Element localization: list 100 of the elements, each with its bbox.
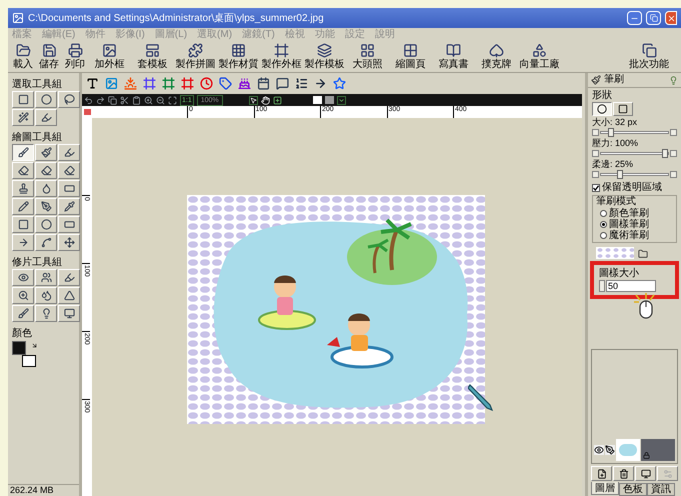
- circle-icon: [597, 104, 607, 114]
- radio-option[interactable]: 顏色筆刷: [596, 208, 673, 219]
- toolbar-button[interactable]: 載入: [10, 41, 36, 71]
- curve-icon: [40, 237, 52, 248]
- hand-icon[interactable]: [260, 96, 270, 104]
- text-icon: [86, 77, 98, 90]
- toolbar-button[interactable]: 寫真書: [432, 41, 475, 71]
- slider-label: 壓力: 100%: [592, 138, 640, 149]
- toolbar-button[interactable]: 向量工廠: [518, 41, 561, 71]
- slider-end-button[interactable]: [592, 150, 599, 157]
- layers-icon: [317, 43, 332, 58]
- rounded-rectangle-icon: [64, 219, 74, 230]
- restore-button[interactable]: [646, 11, 661, 25]
- eraser-icon: [18, 165, 28, 176]
- foreground-color-swatch[interactable]: [12, 341, 26, 355]
- brush-icon: [18, 147, 28, 158]
- radio-button[interactable]: [600, 210, 607, 217]
- layer-button[interactable]: [591, 466, 612, 481]
- star-icon: [332, 77, 346, 90]
- close-button[interactable]: [665, 11, 677, 25]
- radio-option[interactable]: 魔術筆刷: [596, 230, 673, 241]
- brush-icon: [40, 112, 52, 123]
- insert-button[interactable]: [256, 76, 270, 90]
- clipboard-icon[interactable]: [132, 96, 141, 104]
- zoom-out-icon[interactable]: [156, 96, 165, 104]
- dropdown-icon[interactable]: [336, 96, 346, 104]
- undo-icon[interactable]: [84, 96, 93, 104]
- speech-bubble-icon: [276, 77, 288, 90]
- checkbox[interactable]: [592, 184, 600, 192]
- brush-icon: [591, 75, 601, 85]
- image-icon: [104, 77, 118, 90]
- arrow-icon: [314, 77, 326, 90]
- slider-thumb[interactable]: [662, 149, 668, 158]
- pen-icon[interactable]: [605, 445, 615, 455]
- toolbar-button[interactable]: 製作拼圖: [174, 41, 217, 71]
- radio-option[interactable]: 圖樣筆刷: [596, 219, 673, 230]
- trash-icon: [618, 468, 628, 478]
- spin-button[interactable]: [599, 280, 605, 292]
- cake-icon: [238, 77, 250, 90]
- toolbar-button[interactable]: 大頭照: [346, 41, 389, 71]
- monitor-icon: [640, 468, 650, 478]
- eraser-icon: [64, 165, 74, 176]
- close-icon: [666, 14, 676, 22]
- slider-end-button[interactable]: [592, 171, 599, 178]
- magic-wand-icon: [18, 112, 28, 123]
- properties-icon: [662, 468, 672, 478]
- slider-thumb[interactable]: [616, 170, 623, 179]
- toolbar-button[interactable]: 列印: [62, 41, 88, 71]
- slider-end-button[interactable]: [592, 129, 599, 136]
- minimize-button[interactable]: [627, 11, 642, 25]
- tag-icon: [218, 77, 232, 90]
- panel-tab[interactable]: 圖層: [591, 482, 619, 495]
- help-icon[interactable]: [669, 76, 678, 84]
- insert-button[interactable]: [294, 76, 308, 90]
- marker-icon: [64, 272, 74, 283]
- layer-button[interactable]: [613, 466, 634, 481]
- slider-end-button[interactable]: [670, 150, 677, 157]
- pen-icon: [40, 201, 52, 212]
- template-icon: [145, 43, 160, 58]
- window-title: C:\Documents and Settings\Administrator\桌面\ylps_summer02.jpg: [28, 12, 325, 26]
- tool-button[interactable]: [12, 144, 34, 161]
- toolbar-button[interactable]: 縮圖頁: [389, 41, 432, 71]
- layer-button[interactable]: [635, 466, 656, 481]
- insert-button[interactable]: [313, 76, 327, 90]
- redo-icon[interactable]: [96, 96, 105, 104]
- pointer-icon[interactable]: [248, 96, 258, 104]
- insert-button[interactable]: [85, 76, 99, 90]
- scissors-icon[interactable]: [120, 96, 129, 104]
- toolbar-button[interactable]: 製作模板: [303, 41, 346, 71]
- grid-icon: [403, 43, 418, 58]
- toolbar-button[interactable]: 製作外框: [260, 41, 303, 71]
- pattern-size-field[interactable]: 50: [606, 280, 656, 292]
- zoom-in-icon[interactable]: [144, 96, 153, 104]
- toolbar-button[interactable]: 加外框: [88, 41, 131, 71]
- toolbar-button[interactable]: 套模板: [131, 41, 174, 71]
- toolbar-button[interactable]: 批次功能: [619, 41, 679, 71]
- radio-button[interactable]: [600, 221, 607, 228]
- folder-icon[interactable]: [638, 249, 648, 259]
- check-icon: [593, 185, 599, 191]
- panel-tab[interactable]: 資訊: [647, 483, 675, 496]
- background-color-swatch[interactable]: [22, 355, 36, 367]
- line-icon: [18, 237, 28, 248]
- slider-end-button[interactable]: [670, 171, 677, 178]
- fit-icon[interactable]: [168, 96, 177, 104]
- people-icon: [40, 272, 52, 283]
- radio-button[interactable]: [600, 232, 607, 239]
- eyedropper-icon: [64, 201, 74, 212]
- shape-option[interactable]: [592, 102, 612, 116]
- slider-end-button[interactable]: [670, 129, 677, 136]
- insert-button[interactable]: [275, 76, 289, 90]
- toolbar-button[interactable]: 撲克牌: [475, 41, 518, 71]
- layer-thumbnail[interactable]: [616, 439, 640, 461]
- visibility-icon[interactable]: [594, 445, 604, 455]
- slider-thumb[interactable]: [608, 128, 614, 137]
- toolbar-button[interactable]: 製作材質: [217, 41, 260, 71]
- toolbar-button[interactable]: 儲存: [36, 41, 62, 71]
- copy-icon[interactable]: [108, 96, 117, 104]
- checkbox-label: 保留透明區域: [602, 182, 662, 194]
- panel-tab[interactable]: 色板: [619, 483, 647, 496]
- app-icon: [12, 12, 24, 24]
